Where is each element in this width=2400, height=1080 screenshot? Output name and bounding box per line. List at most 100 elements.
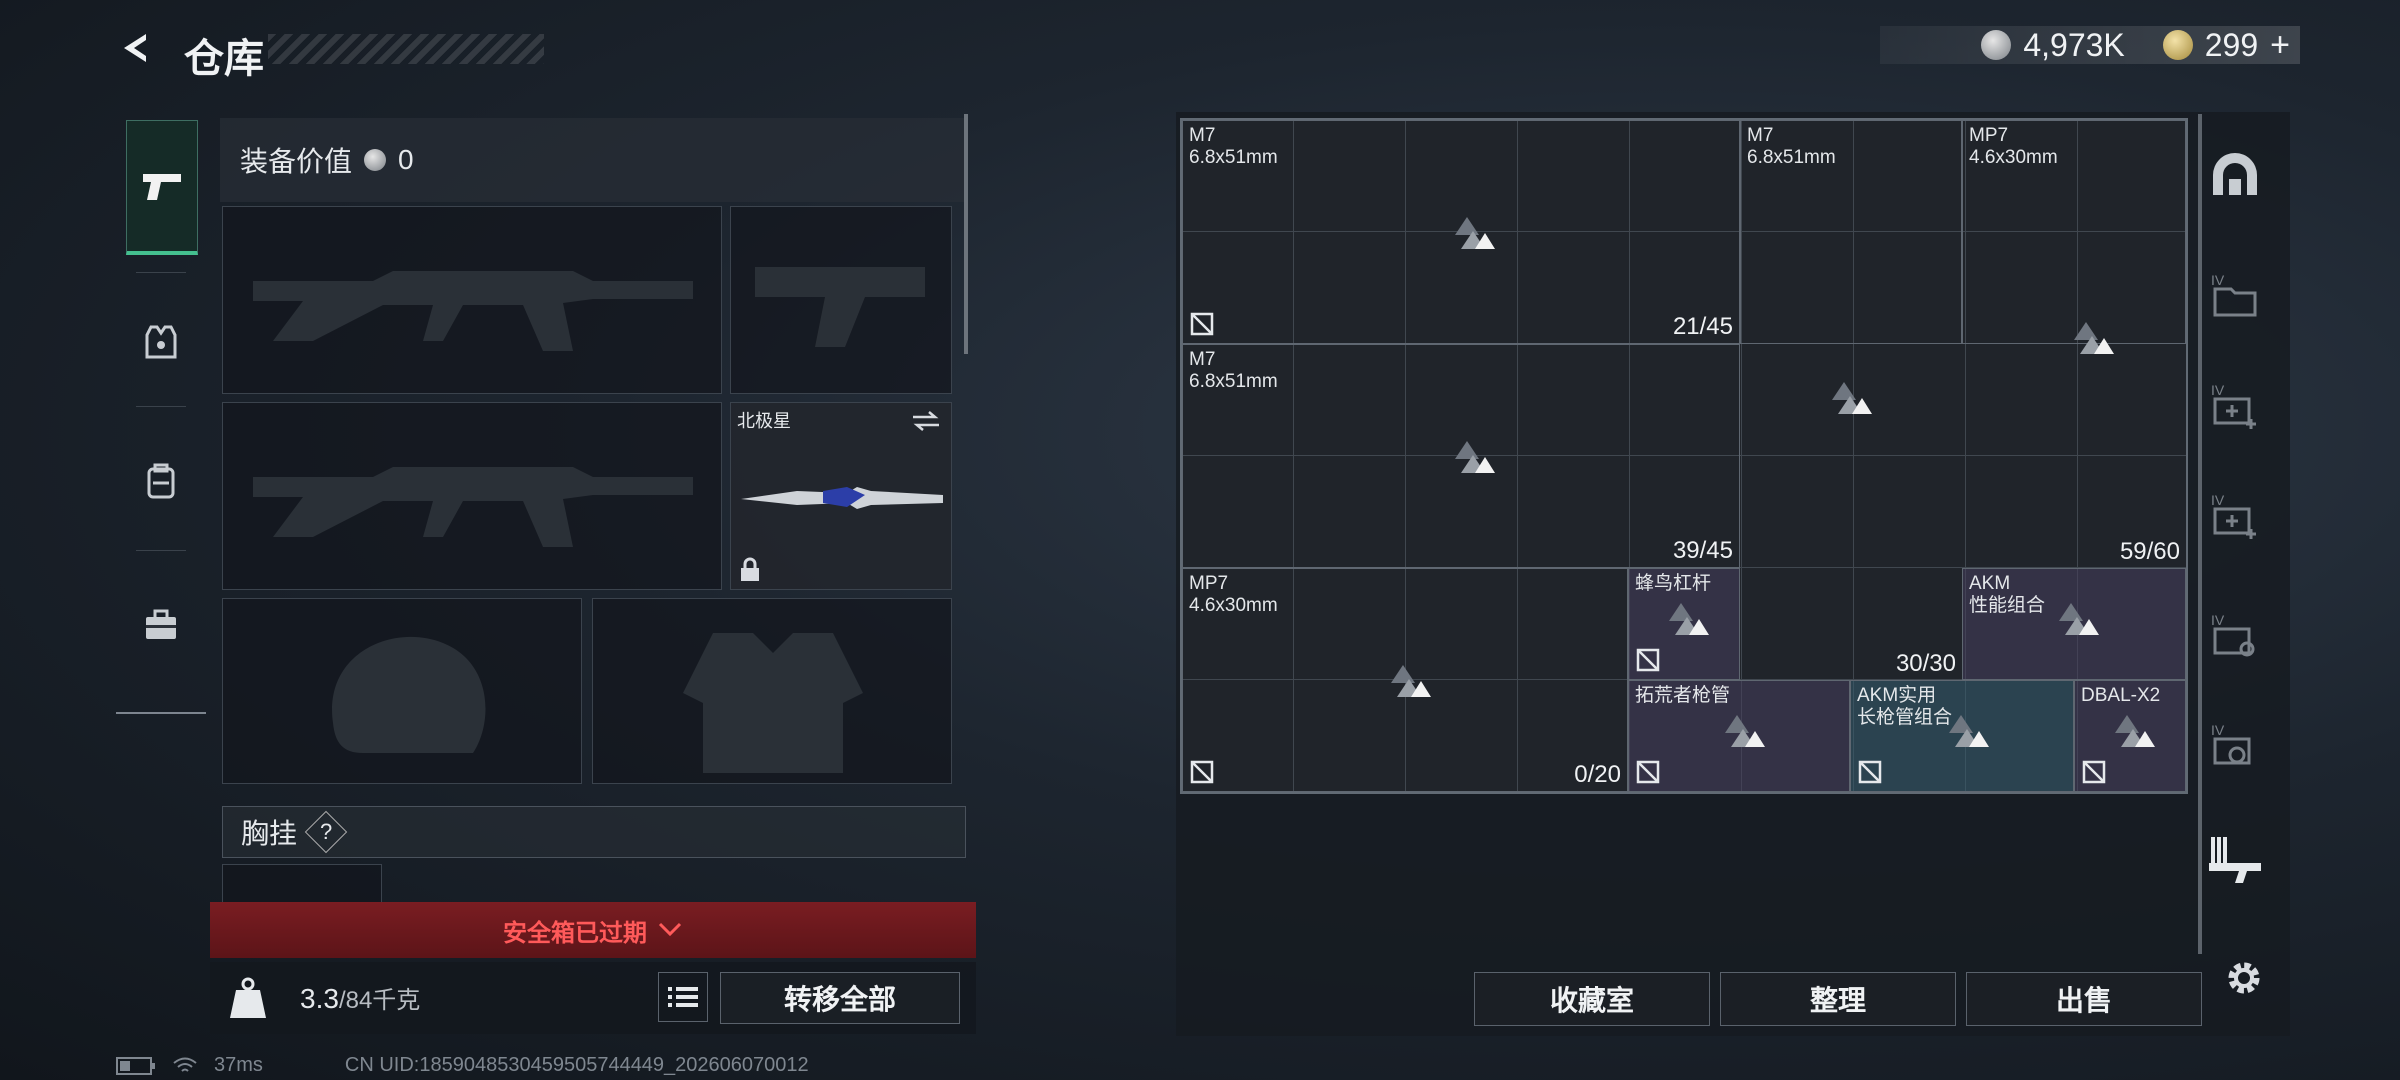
stash-item-name: AKM 性能组合 (1969, 573, 2046, 616)
stash-item-m7-b[interactable]: M7 6.8x51mm (1740, 120, 1962, 344)
stash-item-count: 30/30 (1895, 650, 1956, 677)
armor-slot[interactable] (592, 598, 952, 784)
placeholder-item-icon (2074, 322, 2114, 354)
stash-item-name: M7 6.8x51mm (1189, 125, 1278, 168)
helmet-slot[interactable] (222, 598, 582, 784)
svg-text:IV: IV (2211, 722, 2225, 738)
stash-item-dbal[interactable]: DBAL-X2 (2074, 680, 2186, 792)
title-hatch-decoration (268, 34, 544, 64)
currency-add[interactable]: + (2270, 26, 2300, 65)
no-insurance-icon (1636, 648, 1660, 672)
stash-item-m7-a[interactable]: M7 6.8x51mm 21/45 (1182, 120, 1740, 344)
sell-button[interactable]: 出售 (1966, 972, 2202, 1026)
page-title: 仓库 (184, 37, 264, 81)
melee-slot[interactable]: 北极星 (730, 402, 952, 590)
loadout-bottom-bar: 3.3/84千克 转移全部 (210, 962, 976, 1034)
pistol-icon (143, 174, 181, 200)
stash-side-rail: IV IV IV IV IV (2196, 114, 2272, 944)
armor-silhouette-icon (683, 633, 863, 773)
stash-item-lever[interactable]: 蜂鸟杠杆 (1628, 568, 1740, 680)
helmet-silhouette-icon (332, 636, 486, 753)
stash-item-center[interactable] (1740, 344, 1962, 568)
category-tabs (116, 106, 206, 714)
chest-rig-header: 胸挂 ? (222, 806, 966, 858)
weight-readout: 3.3/84千克 (300, 980, 420, 1015)
rail-iv-medkit-button-2[interactable]: IV (2204, 484, 2266, 546)
settings-gear-icon[interactable] (2222, 956, 2266, 1000)
tab-backpack[interactable] (126, 416, 196, 546)
stash-item-name: 拓荒者枪管 (1635, 685, 1731, 706)
placeholder-item-icon (1455, 441, 1495, 473)
toolbox-icon (146, 609, 176, 639)
status-bar: 37ms CN UID:1859048530459505744449_20260… (116, 1054, 809, 1077)
equipment-value-label: 装备价值 (240, 146, 353, 177)
placeholder-item-icon (1949, 715, 1989, 747)
stash-item-name: 蜂鸟杠杆 (1635, 573, 1712, 594)
vest-icon (145, 325, 177, 359)
placeholder-item-icon (2059, 603, 2099, 635)
rail-iv-gear-button[interactable]: IV (2204, 714, 2266, 776)
chevron-down-icon (658, 922, 682, 937)
rail-iv-medkit-button[interactable]: IV (2204, 374, 2266, 436)
rail-iv-key-button[interactable]: IV (2204, 604, 2266, 666)
stash-grid[interactable]: M7 6.8x51mm 21/45 M7 6.8x51mm MP7 4.6x30mm M… (1180, 118, 2188, 794)
stash-item-lever-count[interactable]: 30/30 (1740, 568, 1962, 680)
swap-icon[interactable] (911, 409, 941, 433)
stash-item-akm-long[interactable]: AKM实用 长枪管组合 (1850, 680, 2074, 792)
back-arrow-icon[interactable] (116, 28, 156, 68)
weight-kg-icon (230, 977, 266, 1018)
transfer-all-button[interactable]: 转移全部 (720, 972, 960, 1024)
stash-item-mp7-b[interactable]: MP7 4.6x30mm 0/20 (1182, 568, 1628, 792)
tab-armor[interactable] (126, 276, 196, 406)
secure-case-expired-text: 安全箱已过期 (503, 919, 647, 947)
rail-stash-button[interactable] (2204, 144, 2266, 206)
weight-max: /84千克 (338, 987, 421, 1014)
placeholder-item-icon (2115, 715, 2155, 747)
stash-item-mp7-a-count[interactable]: 59/60 (1962, 120, 2186, 568)
stash-item-count: 59/60 (2119, 538, 2180, 565)
loadout-scrollbar[interactable] (964, 114, 968, 354)
iv-medkit-add-icon-2: IV (2211, 492, 2256, 539)
currency-silver-amount: 4,973K (2023, 26, 2125, 63)
stash-item-akm-combo[interactable]: AKM 性能组合 (1962, 568, 2186, 680)
primary-weapon-slot[interactable] (222, 206, 722, 394)
tab-tools[interactable] (126, 560, 196, 690)
placeholder-item-icon (1832, 382, 1872, 414)
list-view-button[interactable] (658, 972, 708, 1022)
rifle-silhouette-icon-2 (253, 467, 693, 547)
stash-item-barrel[interactable]: 拓荒者枪管 (1628, 680, 1850, 792)
equipment-value-bar: 装备价值 0 (220, 118, 968, 202)
no-insurance-icon (1190, 760, 1214, 784)
stash-item-count: 21/45 (1672, 313, 1733, 340)
rifle-silhouette-icon (253, 271, 693, 351)
currency-gold-amount: 299 (2204, 26, 2259, 63)
currency-bar[interactable]: 4,973K 299 + (1880, 26, 2300, 64)
lock-icon (741, 557, 759, 581)
ping-text: 37ms (214, 1054, 263, 1076)
gold-coin-icon (2162, 30, 2193, 60)
no-insurance-icon (1190, 312, 1214, 336)
secondary-weapon-slot[interactable] (730, 206, 952, 394)
help-icon[interactable]: ? (304, 810, 348, 854)
rail-iv-folder-button[interactable]: IV (2204, 264, 2266, 326)
equipment-value: 0 (398, 144, 414, 175)
backpack-icon (147, 463, 175, 499)
iv-key-icon: IV (2211, 612, 2255, 657)
collection-room-button[interactable]: 收藏室 (1474, 972, 1710, 1026)
melee-name: 北极星 (737, 411, 791, 431)
chest-rig-label: 胸挂 (241, 818, 298, 849)
stash-item-name: MP7 4.6x30mm (1189, 573, 1278, 616)
stash-item-m7-c[interactable]: M7 6.8x51mm 39/45 (1182, 344, 1740, 568)
tab-weapons[interactable] (126, 120, 198, 255)
primary-weapon-slot-2[interactable] (222, 402, 722, 590)
gun-rack-icon (2209, 837, 2261, 883)
stash-item-count: 39/45 (1672, 537, 1733, 564)
stash-item-name: M7 6.8x51mm (1189, 349, 1278, 392)
rail-gun-rack-button[interactable] (2204, 828, 2266, 890)
silver-coin-icon (1981, 30, 2012, 60)
no-insurance-icon (1636, 760, 1660, 784)
secure-case-expired-banner[interactable]: 安全箱已过期 (210, 902, 976, 958)
loadout-panel: 装备价值 0 北极星 胸挂 ? (216, 114, 970, 914)
organize-button[interactable]: 整理 (1720, 972, 1956, 1026)
stash-item-name: M7 6.8x51mm (1747, 125, 1836, 168)
